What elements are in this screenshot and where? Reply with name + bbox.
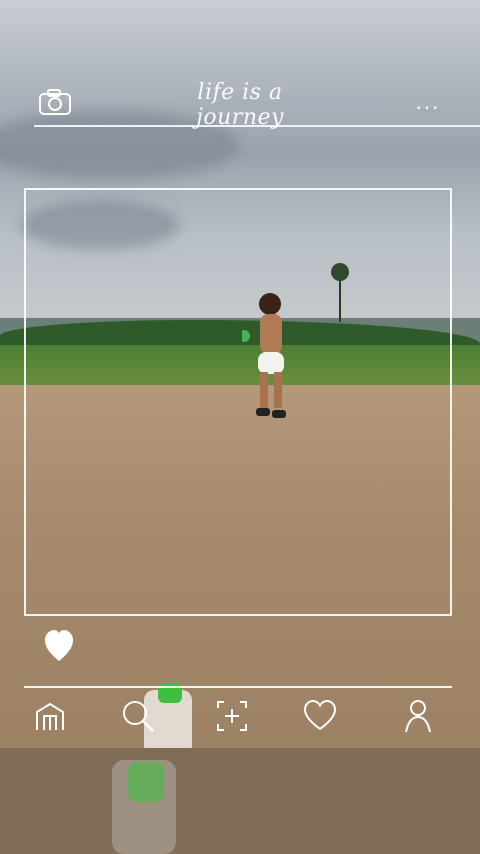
heart-filled-icon[interactable]: [44, 628, 74, 664]
blurred-bottle-cap: [128, 762, 164, 802]
bottom-nav: [0, 690, 480, 742]
header-divider: [34, 125, 480, 127]
nav-divider: [24, 686, 452, 688]
blurred-photo-band: [0, 748, 480, 854]
search-icon[interactable]: [120, 698, 156, 734]
camera-icon[interactable]: [38, 88, 72, 116]
more-options-button[interactable]: ...: [410, 90, 446, 114]
app-title: life is a journey: [196, 80, 284, 130]
add-frame-icon[interactable]: [214, 698, 250, 734]
heart-icon[interactable]: [302, 698, 338, 734]
photo-frame[interactable]: [24, 188, 452, 616]
person-icon[interactable]: [400, 698, 436, 734]
home-icon[interactable]: [32, 698, 68, 734]
